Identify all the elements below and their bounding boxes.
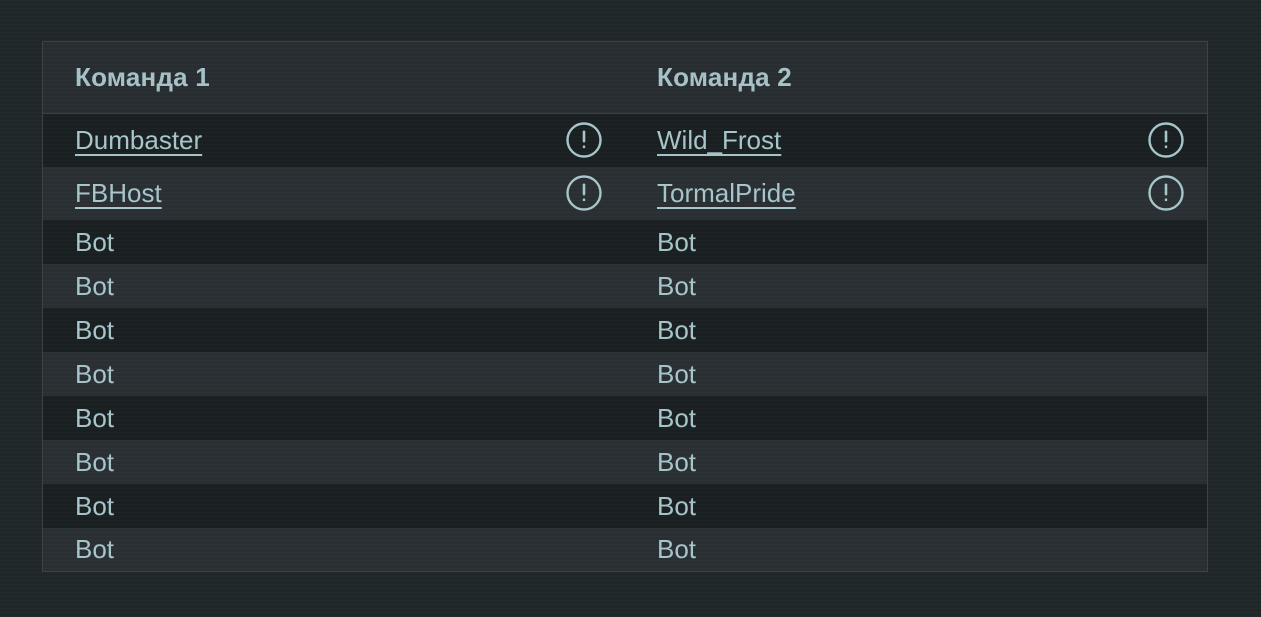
table-cell-team-1: Bot (43, 308, 626, 352)
cell-content: Wild_Frost (657, 121, 1207, 159)
cell-content: Bot (75, 536, 625, 562)
bot-slot-label: Bot (657, 490, 697, 521)
column-header-team-1: Команда 1 (42, 41, 625, 114)
cell-content: Bot (657, 273, 1207, 299)
table-header: Команда 1 Команда 2 (42, 41, 1208, 114)
table-cell-team-1: Bot (43, 264, 626, 308)
table-row: Bot Bot (42, 395, 1208, 440)
table-cell-team-2: Wild_Frost (625, 114, 1208, 167)
player-name-link[interactable]: Dumbaster (75, 127, 202, 153)
table-cell-team-2: Bot (625, 308, 1208, 352)
cell-content: Bot (75, 361, 625, 387)
table-cell-team-1: Bot (43, 220, 626, 264)
exclamation-circle-icon[interactable] (565, 174, 603, 212)
table-cell-team-2: Bot (625, 396, 1208, 440)
cell-content: Bot (75, 273, 625, 299)
bot-slot-label: Bot (75, 270, 115, 301)
table-cell-team-2: Bot (625, 220, 1208, 264)
cell-content: Bot (75, 493, 625, 519)
cell-content: Bot (657, 229, 1207, 255)
table-cell-team-1: Dumbaster (43, 114, 626, 167)
exclamation-circle-icon[interactable] (1147, 174, 1185, 212)
table-cell-team-1: Bot (43, 396, 626, 440)
cell-content: Bot (75, 405, 625, 431)
bot-slot-label: Bot (657, 226, 697, 257)
player-name-link[interactable]: TormalPride (657, 180, 796, 206)
table-cell-team-1: Bot (43, 440, 626, 484)
table-row: Bot Bot (42, 307, 1208, 352)
table-row: Bot Bot (42, 263, 1208, 308)
cell-content: Bot (657, 493, 1207, 519)
cell-content: Dumbaster (75, 121, 625, 159)
player-name-link[interactable]: Wild_Frost (657, 127, 781, 153)
bot-slot-label: Bot (75, 534, 115, 565)
cell-content: Bot (75, 229, 625, 255)
cell-content: Bot (657, 317, 1207, 343)
table-row: Bot Bot (42, 483, 1208, 528)
cell-content: TormalPride (657, 174, 1207, 212)
exclamation-circle-icon[interactable] (1147, 121, 1185, 159)
table-row: FBHost TormalPride (42, 166, 1208, 220)
page-root: Команда 1 Команда 2 Dumbaster Wild_Frost F… (0, 0, 1261, 617)
bot-slot-label: Bot (657, 358, 697, 389)
table-row: Bot Bot (42, 219, 1208, 264)
bot-slot-label: Bot (657, 446, 697, 477)
cell-content: Bot (75, 449, 625, 475)
table-cell-team-1: Bot (43, 484, 626, 528)
exclamation-circle-icon[interactable] (565, 121, 603, 159)
table-cell-team-2: Bot (625, 264, 1208, 308)
cell-content: Bot (657, 536, 1207, 562)
cell-content: Bot (657, 405, 1207, 431)
table-cell-team-2: TormalPride (625, 167, 1208, 220)
bot-slot-label: Bot (657, 270, 697, 301)
bot-slot-label: Bot (75, 402, 115, 433)
table-header-row: Команда 1 Команда 2 (42, 41, 1208, 114)
table-row: Dumbaster Wild_Frost (42, 113, 1208, 167)
table-body: Dumbaster Wild_Frost FBHost TormalPride Bot B… (42, 113, 1208, 572)
cell-content: FBHost (75, 174, 625, 212)
player-name-link[interactable]: FBHost (75, 180, 162, 206)
table-cell-team-2: Bot (625, 528, 1208, 572)
bot-slot-label: Bot (75, 490, 115, 521)
table-cell-team-1: FBHost (43, 167, 626, 220)
cell-content: Bot (657, 361, 1207, 387)
table-row: Bot Bot (42, 439, 1208, 484)
cell-content: Bot (75, 317, 625, 343)
table-cell-team-1: Bot (43, 528, 626, 572)
bot-slot-label: Bot (657, 402, 697, 433)
bot-slot-label: Bot (75, 314, 115, 345)
bot-slot-label: Bot (75, 226, 115, 257)
table-row: Bot Bot (42, 527, 1208, 572)
bot-slot-label: Bot (657, 314, 697, 345)
bot-slot-label: Bot (75, 358, 115, 389)
table-cell-team-2: Bot (625, 352, 1208, 396)
cell-content: Bot (657, 449, 1207, 475)
bot-slot-label: Bot (657, 534, 697, 565)
teams-table: Команда 1 Команда 2 Dumbaster Wild_Frost F… (42, 41, 1208, 572)
table-cell-team-1: Bot (43, 352, 626, 396)
table-cell-team-2: Bot (625, 484, 1208, 528)
table-row: Bot Bot (42, 351, 1208, 396)
table-cell-team-2: Bot (625, 440, 1208, 484)
bot-slot-label: Bot (75, 446, 115, 477)
column-header-team-2: Команда 2 (625, 41, 1208, 114)
